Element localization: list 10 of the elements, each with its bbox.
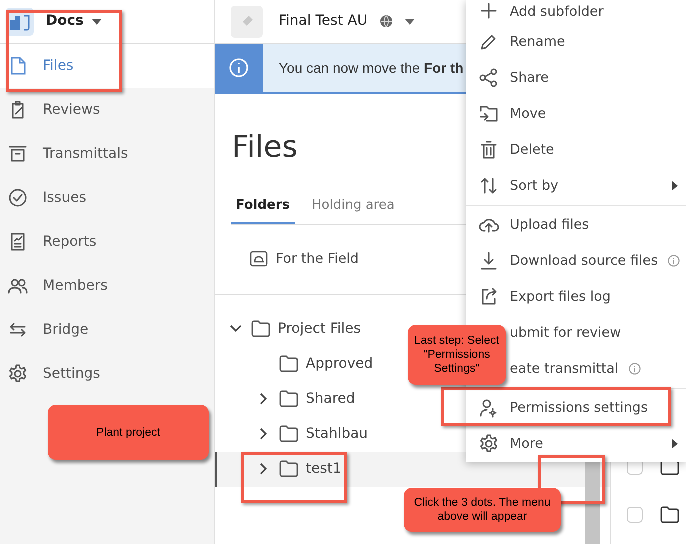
folder-name: Shared: [306, 390, 356, 408]
page-title: Files: [232, 130, 298, 166]
folder-name: test1: [306, 460, 342, 478]
folder-name: Approved: [306, 354, 374, 374]
callout-tooltip: Last step: Select "Permissions Settings": [408, 325, 506, 385]
callout-tooltip: Plant project: [48, 405, 209, 460]
folder-name: Stahlbau: [306, 424, 368, 444]
banner-text: You can now move the For th: [279, 58, 464, 78]
callout-tooltip: Click the 3 dots. The menu above will appear: [404, 488, 561, 532]
folder-name: Project Files: [278, 320, 362, 338]
